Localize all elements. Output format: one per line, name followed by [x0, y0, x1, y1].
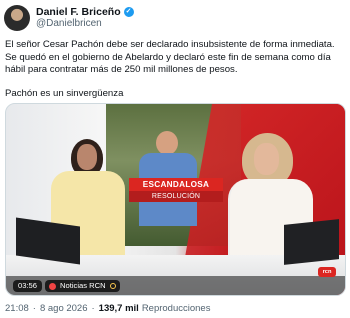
clock-icon	[109, 283, 116, 289]
tweet-body: El señor Cesar Pachón debe ser declarado…	[5, 39, 347, 100]
screen-person-head	[156, 131, 178, 155]
views-count: 139,7 mil	[98, 303, 139, 314]
show-label-pill: Noticias RCN	[45, 280, 120, 292]
tweet-header: Daniel F. Briceño ✓ @Danielbricen	[4, 4, 344, 32]
tweet-paragraph: Pachón es un sinvergüenza	[5, 87, 124, 99]
show-label: Noticias RCN	[60, 281, 106, 290]
author-name[interactable]: Daniel F. Briceño	[36, 6, 121, 18]
separator-dot: ·	[32, 303, 36, 314]
views-label: Reproducciones	[141, 303, 211, 314]
video-time: 03:56	[13, 280, 43, 292]
author-name-row: Daniel F. Briceño ✓	[36, 6, 134, 18]
laptop-right	[284, 219, 339, 265]
live-dot-icon	[49, 282, 57, 290]
author-info: Daniel F. Briceño ✓ @Danielbricen	[36, 6, 134, 30]
anchor-left-face	[77, 144, 97, 170]
author-handle[interactable]: @Danielbricen	[36, 18, 134, 30]
video-media[interactable]: ESCANDALOSA RESOLUCIÓN rcn 03:56 Noticia…	[5, 103, 346, 296]
channel-logo: rcn	[318, 267, 336, 277]
tweet-card: Daniel F. Briceño ✓ @Danielbricen El señ…	[0, 0, 350, 318]
video-overlay-row: 03:56 Noticias RCN	[13, 280, 120, 292]
anchor-right-face	[254, 143, 279, 175]
timestamp[interactable]: 21:08	[5, 303, 29, 315]
headline-sub: RESOLUCIÓN	[129, 191, 223, 202]
headline-main: ESCANDALOSA	[129, 178, 223, 191]
headline-graphic: ESCANDALOSA RESOLUCIÓN	[129, 178, 223, 202]
separator-dot: ·	[91, 303, 95, 314]
date[interactable]: 8 ago 2026	[40, 303, 88, 315]
verified-badge-icon: ✓	[123, 7, 134, 17]
avatar[interactable]	[4, 5, 30, 31]
tweet-meta: 21:08 · 8 ago 2026 · 139,7 mil Reproducc…	[5, 303, 210, 315]
tweet-paragraph: El señor Cesar Pachón debe ser declarado…	[5, 39, 335, 75]
